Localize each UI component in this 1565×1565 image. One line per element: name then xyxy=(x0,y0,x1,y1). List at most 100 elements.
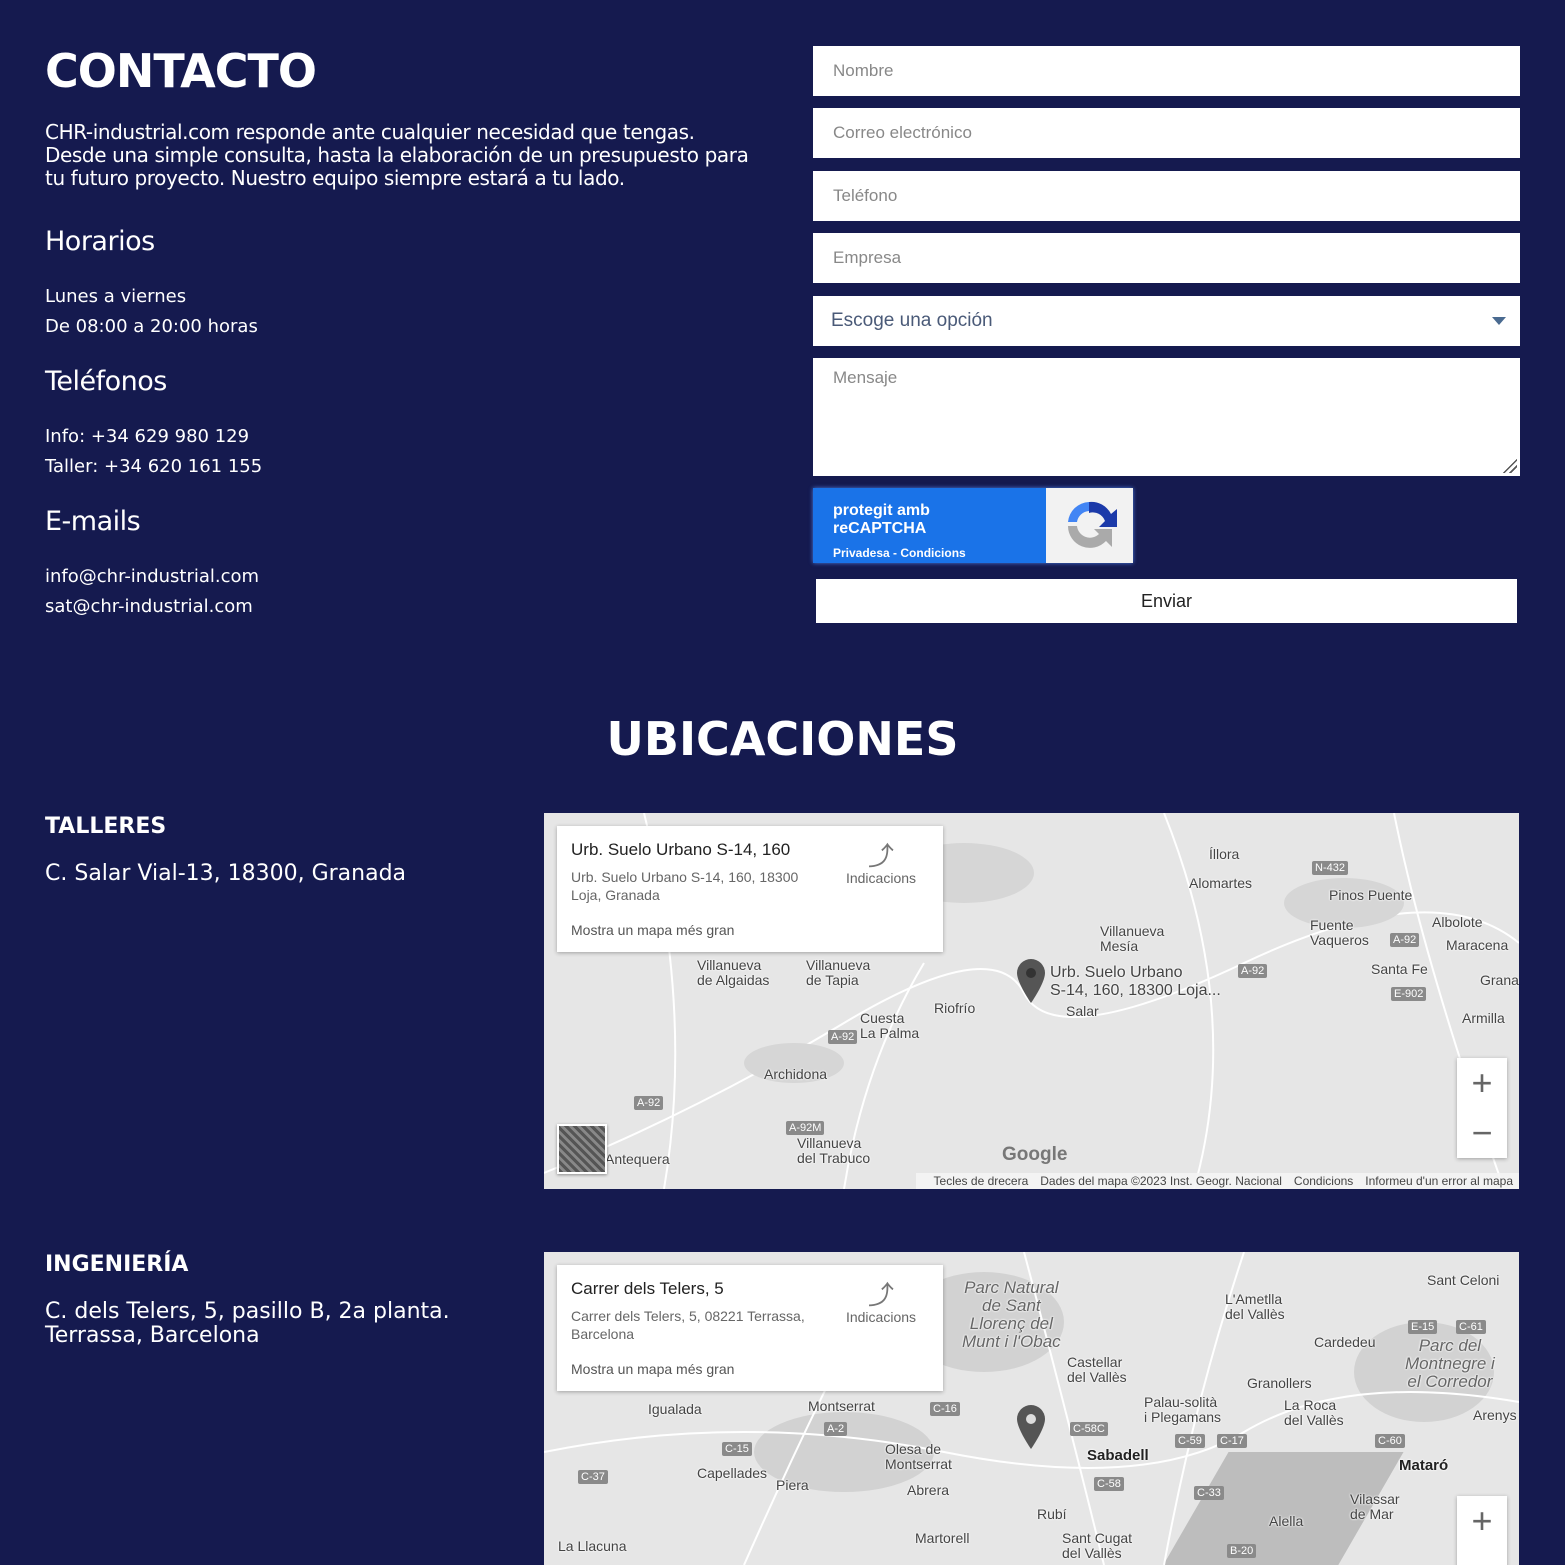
location-address: C. dels Telers, 5, pasillo B, 2a planta.… xyxy=(45,1299,450,1348)
map-ingenieria[interactable]: L'Ametlla del Vallès Sant Celoni Cardedeu C… xyxy=(544,1252,1519,1565)
road-badge: E-902 xyxy=(1391,987,1427,1001)
road-badge: B-20 xyxy=(1227,1544,1257,1558)
phone-input[interactable]: Teléfono xyxy=(813,171,1520,221)
place-label: Villanueva de Algaidas xyxy=(697,957,770,988)
road-badge: E-15 xyxy=(1408,1320,1438,1334)
directions-button[interactable]: ⤴ Indicacions xyxy=(843,842,919,886)
place-label: Grana xyxy=(1480,972,1519,988)
intro-line: Desde una simple consulta, hasta la elab… xyxy=(45,143,749,167)
email-info[interactable]: info@chr-industrial.com xyxy=(45,562,259,592)
place-label: Riofrío xyxy=(934,1000,976,1016)
place-label: Íllora xyxy=(1209,846,1240,862)
map-pin-icon[interactable] xyxy=(1015,958,1047,1004)
location-address: C. Salar Vial-13, 18300, Granada xyxy=(45,861,407,886)
name-input[interactable]: Nombre xyxy=(813,46,1520,96)
terms-link[interactable]: Condicions xyxy=(1294,1174,1353,1188)
road-badge: C-37 xyxy=(578,1470,608,1484)
road-badge: C-58 xyxy=(1094,1477,1124,1491)
place-label: Vilassar de Mar xyxy=(1350,1491,1400,1522)
phones-title: Teléfonos xyxy=(45,366,167,397)
place-label: Igualada xyxy=(648,1401,702,1417)
place-label: Villanueva Mesía xyxy=(1100,923,1165,954)
recaptcha-links[interactable]: Privadesa - Condicions xyxy=(833,546,1026,560)
message-placeholder: Mensaje xyxy=(833,368,898,387)
place-label: Santa Fe xyxy=(1371,961,1428,977)
larger-map-link[interactable]: Mostra un mapa més gran xyxy=(571,1361,734,1377)
place-label: Maracena xyxy=(1446,937,1509,953)
zoom-in-button[interactable]: + xyxy=(1457,1496,1507,1546)
place-label: Villanueva de Tapia xyxy=(806,957,871,988)
phone-info[interactable]: Info: +34 629 980 129 xyxy=(45,422,262,452)
place-label: Sant Cugat del Vallès xyxy=(1062,1530,1133,1561)
road-badge: A-2 xyxy=(824,1422,848,1436)
road-badge: C-33 xyxy=(1194,1486,1224,1500)
location-title: TALLERES xyxy=(45,814,167,839)
phone-taller[interactable]: Taller: +34 620 161 155 xyxy=(45,452,262,482)
map-talleres[interactable]: Íllora Alomartes Pinos Puente Villanueva Me… xyxy=(544,813,1519,1189)
road-badge: C-16 xyxy=(930,1402,960,1416)
location-title: INGENIERÍA xyxy=(45,1252,189,1277)
caret-down-icon xyxy=(1492,317,1506,325)
email-input[interactable]: Correo electrónico xyxy=(813,108,1520,158)
road-badge: C-58C xyxy=(1070,1422,1108,1436)
zoom-controls: + − xyxy=(1457,1058,1507,1158)
place-label: Granollers xyxy=(1247,1375,1312,1391)
email-sat[interactable]: sat@chr-industrial.com xyxy=(45,592,259,622)
contact-title: CONTACTO xyxy=(45,44,317,98)
place-address: Urb. Suelo Urbano S-14, 160, 18300 Loja,… xyxy=(571,869,799,903)
place-label: La Roca del Vallès xyxy=(1284,1397,1344,1428)
place-label: Piera xyxy=(776,1477,809,1493)
directions-label: Indicacions xyxy=(845,870,917,886)
place-label: L'Ametlla del Vallès xyxy=(1225,1291,1285,1322)
road-badge: C-15 xyxy=(722,1442,752,1456)
hours-title: Horarios xyxy=(45,226,155,257)
directions-button[interactable]: ⤴ Indicacions xyxy=(843,1281,919,1325)
shortcuts-link[interactable]: Tecles de drecera xyxy=(934,1174,1029,1188)
submit-button[interactable]: Enviar xyxy=(816,579,1517,623)
place-label: Capellades xyxy=(697,1465,768,1481)
intro-line: tu futuro proyecto. Nuestro equipo siemp… xyxy=(45,166,625,190)
zoom-controls: + xyxy=(1457,1496,1507,1565)
city-label: Mataró xyxy=(1399,1457,1449,1474)
place-label: Montserrat xyxy=(808,1398,875,1414)
road-badge: N-432 xyxy=(1312,861,1348,875)
larger-map-link[interactable]: Mostra un mapa més gran xyxy=(571,922,734,938)
satellite-toggle[interactable] xyxy=(557,1124,607,1174)
hours-line: De 08:00 a 20:00 horas xyxy=(45,316,258,337)
map-data: Dades del mapa ©2023 Inst. Geogr. Nacion… xyxy=(1040,1174,1282,1188)
place-label: Antequera xyxy=(605,1151,670,1167)
place-label: Cardedeu xyxy=(1314,1334,1376,1350)
place-card: Carrer dels Telers, 5 Carrer dels Telers… xyxy=(557,1265,943,1391)
place-label: Olesa de Montserrat xyxy=(885,1441,952,1472)
contact-intro: CHR-industrial.com responde ante cualqui… xyxy=(45,120,749,190)
phones-text: Info: +34 629 980 129 Taller: +34 620 16… xyxy=(45,422,262,482)
map-footer: Tecles de drecera Dades del mapa ©2023 In… xyxy=(915,1173,1519,1189)
recaptcha-badge[interactable]: protegit amb reCAPTCHA Privadesa - Condi… xyxy=(813,488,1133,563)
place-label: Archidona xyxy=(764,1066,828,1082)
place-label: Albolote xyxy=(1432,914,1483,930)
emails-title: E-mails xyxy=(45,506,141,537)
road-badge: C-17 xyxy=(1217,1434,1247,1448)
place-label: Fuente Vaqueros xyxy=(1310,917,1369,948)
zoom-in-button[interactable]: + xyxy=(1457,1058,1507,1108)
place-label: Cuesta La Palma xyxy=(860,1010,920,1041)
resize-handle-icon[interactable] xyxy=(1501,457,1517,473)
place-label: La Llacuna xyxy=(558,1538,627,1554)
directions-icon: ⤴ xyxy=(867,841,894,871)
recaptcha-logo-icon xyxy=(1046,488,1133,563)
road-badge: A-92 xyxy=(1390,933,1420,947)
company-input[interactable]: Empresa xyxy=(813,233,1520,283)
zoom-out-button[interactable]: − xyxy=(1457,1108,1507,1158)
map-pin-icon[interactable] xyxy=(1015,1404,1047,1450)
google-logo: Google xyxy=(1002,1144,1068,1165)
place-label: Alella xyxy=(1269,1513,1304,1529)
recaptcha-text: protegit amb reCAPTCHA Privadesa - Condi… xyxy=(813,488,1046,563)
place-label: Arenys xyxy=(1473,1407,1517,1423)
place-label: Martorell xyxy=(915,1530,970,1546)
option-select[interactable]: Escoge una opción xyxy=(813,296,1520,346)
directions-icon: ⤴ xyxy=(867,1280,894,1310)
report-error-link[interactable]: Informeu d'un error al mapa xyxy=(1365,1174,1513,1188)
message-textarea[interactable]: Mensaje xyxy=(813,358,1520,476)
intro-line: CHR-industrial.com responde ante cualqui… xyxy=(45,120,695,144)
pin-label: Urb. Suelo Urbano S-14, 160, 18300 Loja.… xyxy=(1050,964,1221,999)
